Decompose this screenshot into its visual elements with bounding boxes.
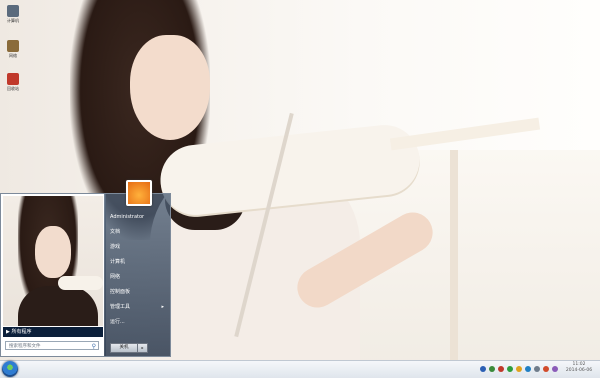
wallpaper-violin-neck bbox=[389, 117, 541, 151]
search-placeholder: 搜索程序和文件 bbox=[9, 344, 41, 349]
play-arrow-icon: ▶ bbox=[6, 329, 10, 335]
chevron-right-icon: ▸ bbox=[161, 304, 164, 310]
shutdown-label: 关机 bbox=[119, 345, 129, 350]
desktop-icon-label: 计算机 bbox=[7, 18, 19, 23]
start-item-run[interactable]: 运行... bbox=[108, 315, 168, 330]
help-icon[interactable] bbox=[480, 366, 486, 372]
shutdown-options-button[interactable]: ▸ bbox=[137, 343, 148, 353]
antivirus-icon[interactable] bbox=[525, 366, 531, 372]
desktop-icon-recycle-bin[interactable]: 回收站 bbox=[2, 73, 24, 92]
wallpaper-face bbox=[130, 35, 210, 140]
start-item-computer[interactable]: 计算机 bbox=[108, 255, 168, 270]
security-icon[interactable] bbox=[498, 366, 504, 372]
start-item-label: 游戏 bbox=[110, 244, 121, 250]
qq-icon[interactable] bbox=[516, 366, 522, 372]
start-menu-photo bbox=[3, 196, 103, 326]
start-item-label: 文档 bbox=[110, 229, 121, 235]
desktop-icon-computer[interactable]: 计算机 bbox=[2, 5, 24, 24]
start-item-admin-tools[interactable]: 管理工具 ▸ bbox=[108, 300, 168, 315]
start-item-label: 网络 bbox=[110, 274, 121, 280]
photo-body bbox=[18, 286, 98, 326]
chevron-right-icon: ▸ bbox=[141, 345, 144, 350]
network-icon bbox=[7, 40, 19, 52]
volume-icon[interactable] bbox=[534, 366, 540, 372]
start-menu: ▶ 所有程序 搜索程序和文件 ⚲ Administrator 文档 游戏 计算机… bbox=[0, 180, 171, 357]
network-icon[interactable] bbox=[489, 366, 495, 372]
clock-date: 2014-06-06 bbox=[565, 368, 593, 373]
start-item-label: 管理工具 bbox=[110, 304, 131, 310]
all-programs-button[interactable]: ▶ 所有程序 bbox=[3, 327, 103, 337]
clock[interactable]: 11:02 2014-06-06 bbox=[560, 362, 598, 374]
start-item-control-panel[interactable]: 控制面板 bbox=[108, 285, 168, 300]
photo-face bbox=[35, 226, 71, 278]
start-item-label: 计算机 bbox=[110, 259, 126, 265]
search-icon[interactable]: ⚲ bbox=[92, 342, 96, 351]
user-picture[interactable] bbox=[126, 180, 152, 206]
desktop-icon-label: 网络 bbox=[9, 53, 17, 58]
start-menu-items: Administrator 文档 游戏 计算机 网络 控制面板 管理工具 ▸ 运行… bbox=[108, 210, 168, 330]
notify-icon[interactable] bbox=[552, 366, 558, 372]
update-icon[interactable] bbox=[507, 366, 513, 372]
start-item-label: 运行... bbox=[110, 319, 125, 325]
start-item-documents[interactable]: 文档 bbox=[108, 225, 168, 240]
desktop-icon-label: 回收站 bbox=[7, 86, 19, 91]
shutdown-button[interactable]: 关机 bbox=[110, 343, 138, 353]
start-item-label: 控制面板 bbox=[110, 289, 131, 295]
search-input[interactable]: 搜索程序和文件 ⚲ bbox=[5, 341, 99, 350]
start-item-games[interactable]: 游戏 bbox=[108, 240, 168, 255]
desktop-icon-network[interactable]: 网络 bbox=[2, 40, 24, 59]
flag-icon[interactable] bbox=[543, 366, 549, 372]
start-menu-left-pane: ▶ 所有程序 搜索程序和文件 ⚲ bbox=[0, 193, 106, 357]
system-tray bbox=[480, 363, 558, 375]
all-programs-label: 所有程序 bbox=[11, 329, 32, 335]
start-item-network[interactable]: 网络 bbox=[108, 270, 168, 285]
recycle-bin-icon bbox=[7, 73, 19, 85]
photo-violin bbox=[58, 276, 103, 290]
start-item-user[interactable]: Administrator bbox=[108, 210, 168, 225]
start-item-label: Administrator bbox=[110, 214, 145, 220]
taskbar: 11:02 2014-06-06 bbox=[0, 360, 600, 378]
computer-icon bbox=[7, 5, 19, 17]
start-button[interactable] bbox=[2, 361, 18, 377]
